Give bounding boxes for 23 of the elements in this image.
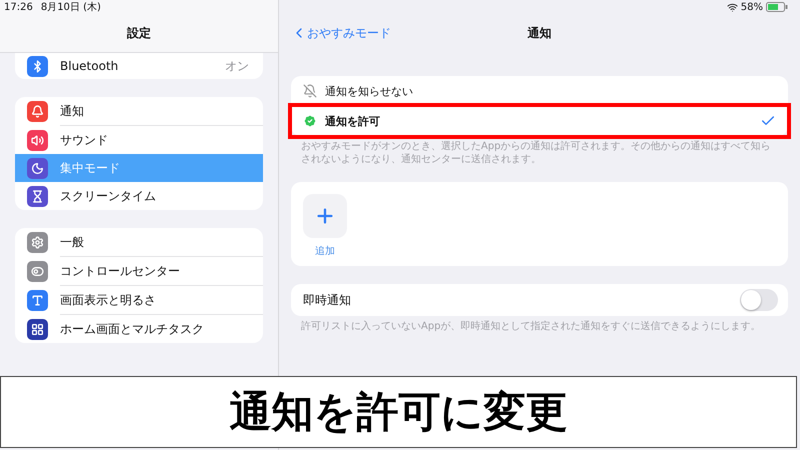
option-label: 通知を知らせない (325, 84, 414, 98)
caption-text: 通知を許可に変更 (0, 376, 797, 448)
sidebar-item[interactable]: Bluetooth オン (15, 53, 263, 79)
battery-percent: 58% (740, 2, 763, 12)
add-label: 追加 (315, 244, 335, 258)
option-row[interactable]: 通知を知らせない (291, 76, 788, 106)
status-time: 17:26 (4, 2, 33, 12)
option-row[interactable]: 通知を許可 (291, 106, 788, 136)
status-date: 8月10日 (木) (40, 0, 101, 14)
sidebar-item[interactable]: ホーム画面とマルチタスク (15, 315, 263, 343)
instant-note: 許可リストに入っていないAppが、即時通知として指定された通知をすぐに送信できるようにします。 (300, 320, 762, 333)
page-title: 通知 (528, 24, 552, 42)
sidebar-item[interactable]: 画面表示と明るさ (15, 286, 263, 314)
option-label: 通知を許可 (325, 114, 381, 128)
sidebar-item[interactable]: スクリーンタイム (15, 182, 263, 210)
sidebar-item[interactable]: コントロールセンター (15, 257, 263, 285)
sidebar-item[interactable]: 通知 (15, 97, 263, 125)
options-note: おやすみモードがオンのとき、選択したAppからの通知は許可されます。その他からの通知はすべて知らされないようになり、通知センターに送信されます。 (300, 140, 772, 166)
sidebar-item[interactable]: サウンド (15, 126, 263, 154)
sidebar-item[interactable]: 一般 (15, 228, 263, 256)
instant-label: 即時通知 (303, 292, 352, 308)
sidebar-title: 設定 (126, 24, 152, 42)
item-value: オン (225, 58, 249, 74)
